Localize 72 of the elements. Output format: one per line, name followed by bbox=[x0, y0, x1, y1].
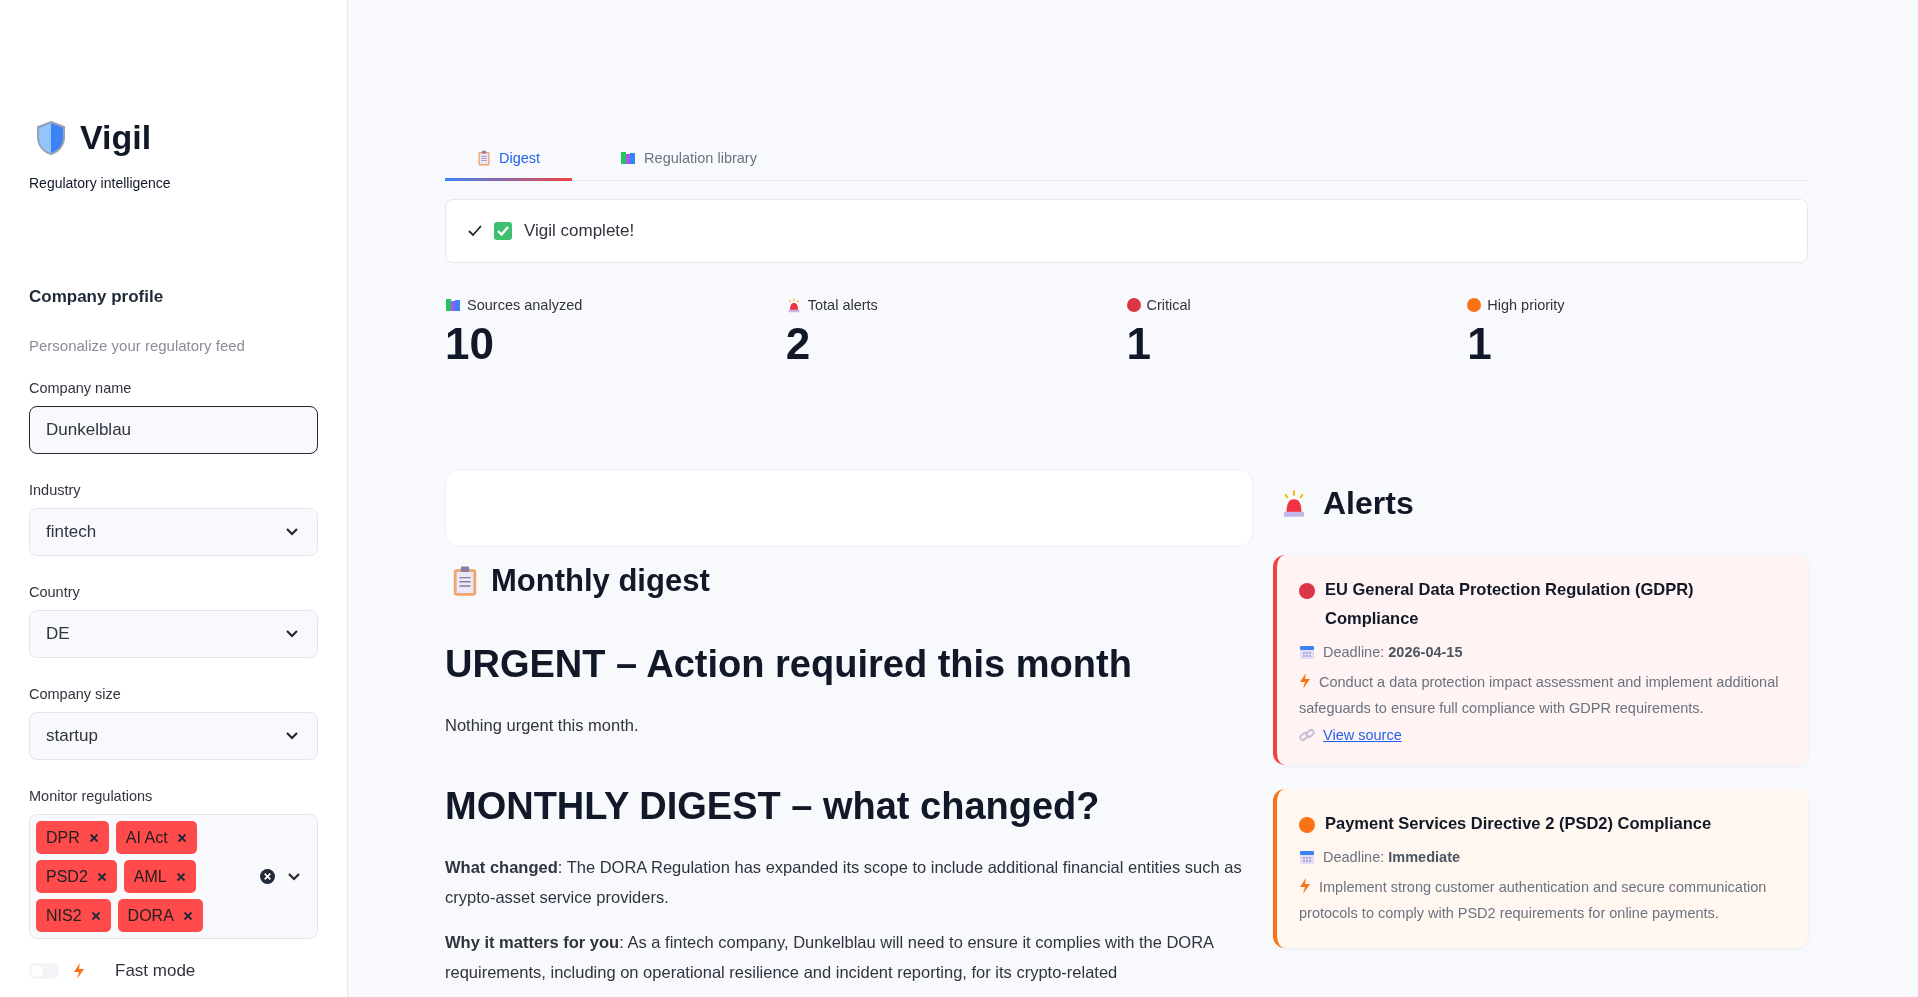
field-label: Country bbox=[29, 584, 81, 600]
remove-icon[interactable] bbox=[176, 832, 187, 843]
regulation-tag[interactable]: DORA bbox=[117, 899, 203, 932]
metric-label: Sources analyzed bbox=[467, 297, 583, 314]
section-title: Company profile bbox=[29, 287, 165, 307]
dropdown-field[interactable]: startup bbox=[29, 712, 318, 760]
digest-paragraph: Why it matters for you: As a fintech company, Dunkelblau will need to ensure it complies with the DORA requirements, including on operational resilience and incident reporting, for its crypto-related bbox=[445, 931, 1215, 984]
digest-heading: MONTHLY DIGEST – what changed? bbox=[445, 784, 1101, 828]
lightning-icon bbox=[1299, 672, 1311, 689]
status-text: Vigil complete! bbox=[524, 221, 635, 242]
field-label: Industry bbox=[29, 482, 82, 498]
books-icon bbox=[445, 298, 461, 313]
chevron-down-icon bbox=[285, 629, 299, 639]
calendar-icon bbox=[1299, 849, 1315, 866]
action-text: Conduct a data protection impact assessment and implement additional safeguards to ensure full compliance with GDPR requirements. bbox=[1299, 671, 1780, 719]
regulation-tag[interactable]: DPR bbox=[36, 821, 109, 854]
digest-paragraph: What changed: The DORA Regulation has expanded its scope to include additional financial entities such as crypto-asset service providers. bbox=[445, 856, 1243, 909]
remove-icon[interactable] bbox=[182, 910, 193, 921]
metric-label: High priority bbox=[1487, 297, 1565, 314]
clipboard-icon bbox=[451, 565, 479, 598]
checkbox-icon bbox=[494, 222, 512, 241]
metric-value: 1 bbox=[1126, 319, 1152, 370]
regulation-tag[interactable]: PSD2 bbox=[36, 860, 117, 893]
regulation-tag[interactable]: AI Act bbox=[115, 821, 197, 854]
status-dot-icon bbox=[1126, 298, 1141, 313]
chevron-down-icon bbox=[285, 527, 299, 537]
digest-paragraph: Nothing urgent this month. bbox=[445, 715, 640, 737]
clear-icon[interactable] bbox=[260, 869, 275, 884]
action-text: Implement strong customer authentication and secure communication protocols to comply with PSD2 requirements for online payments. bbox=[1299, 877, 1768, 924]
shield-icon bbox=[36, 119, 66, 156]
regulation-tag[interactable]: NIS2 bbox=[36, 899, 111, 932]
field-label: Monitor regulations bbox=[29, 788, 154, 804]
section-heading: Alerts bbox=[1323, 484, 1414, 522]
app-tagline: Regulatory intelligence bbox=[29, 175, 172, 191]
tab[interactable]: Digest bbox=[445, 140, 573, 182]
remove-icon[interactable] bbox=[88, 832, 99, 843]
remove-icon[interactable] bbox=[175, 871, 186, 882]
metric-value: 10 bbox=[445, 319, 495, 370]
dropdown-field[interactable]: DE bbox=[29, 610, 318, 658]
field-label: Company name bbox=[29, 380, 133, 396]
section-caption: Personalize your regulatory feed bbox=[29, 337, 246, 354]
tab[interactable]: Regulation library bbox=[588, 140, 789, 182]
view-source-link[interactable]: View source bbox=[1323, 727, 1402, 744]
lightning-icon bbox=[73, 963, 85, 979]
deadline-text: Deadline: Immediate bbox=[1323, 848, 1461, 867]
books-icon bbox=[620, 151, 637, 166]
link-icon bbox=[1299, 727, 1315, 744]
regulation-tag[interactable]: AML bbox=[123, 860, 196, 893]
deadline-text: Deadline: 2026-04-15 bbox=[1323, 642, 1463, 662]
dropdown-field[interactable]: fintech bbox=[29, 508, 318, 556]
calendar-icon bbox=[1299, 643, 1315, 660]
chevron-down-icon bbox=[287, 871, 301, 882]
status-dot-icon bbox=[1467, 298, 1482, 313]
metric-value: 1 bbox=[1467, 319, 1493, 370]
remove-icon[interactable] bbox=[96, 871, 107, 882]
check-icon bbox=[468, 225, 482, 238]
remove-icon[interactable] bbox=[90, 910, 101, 921]
clipboard-icon bbox=[477, 150, 491, 167]
chevron-down-icon bbox=[285, 731, 299, 741]
multiselect-field[interactable]: DPR AI Act PSD2 AML NIS2 DORA bbox=[29, 814, 318, 939]
digest-heading: URGENT – Action required this month bbox=[445, 643, 1133, 687]
lightning-icon bbox=[1299, 878, 1311, 895]
alert-title: EU General Data Protection Regulation (GDPR) Compliance bbox=[1325, 579, 1695, 629]
company-name-field[interactable]: Dunkelblau bbox=[29, 406, 318, 454]
field-label: Company size bbox=[29, 686, 122, 702]
toggle-label: Fast mode bbox=[115, 961, 196, 981]
metric-label: Total alerts bbox=[807, 297, 878, 314]
section-heading: Monthly digest bbox=[491, 563, 710, 600]
alert-title: Payment Services Directive 2 (PSD2) Compliance bbox=[1325, 813, 1712, 835]
metric-label: Critical bbox=[1146, 297, 1191, 314]
app-title: Vigil bbox=[80, 118, 152, 157]
metric-value: 2 bbox=[785, 319, 812, 370]
